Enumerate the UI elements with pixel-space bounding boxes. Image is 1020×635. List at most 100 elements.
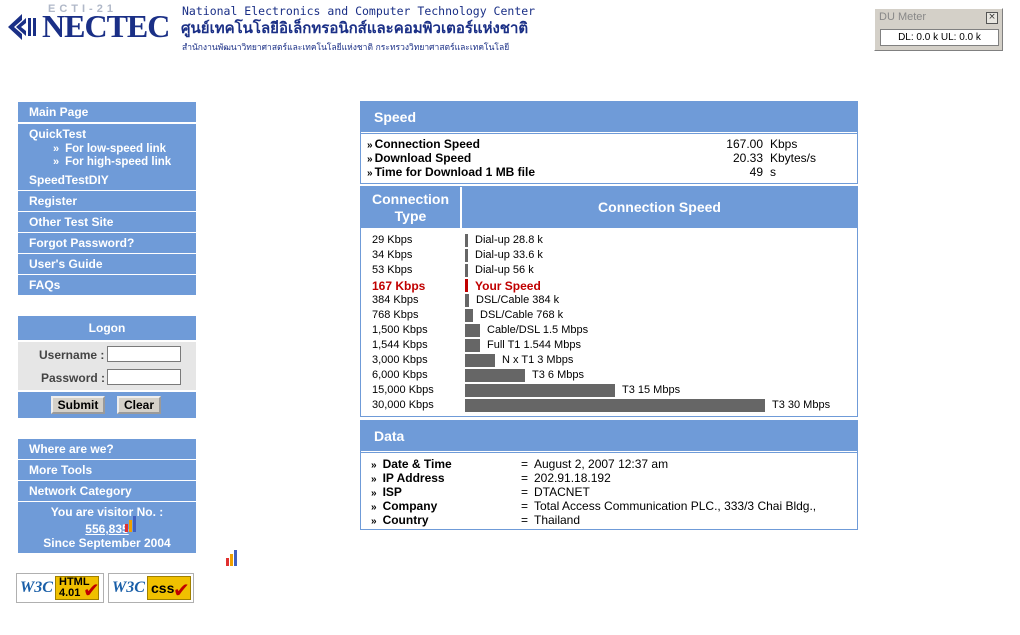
table-row: 1,500 Kbps Cable/DSL 1.5 Mbps	[361, 323, 857, 338]
password-label: Password :	[41, 371, 106, 385]
visitor-count-link[interactable]: 556,835	[85, 522, 128, 536]
checkmark-icon: ✔	[173, 578, 190, 602]
connection-type-label: T3 30 Mbps	[772, 399, 831, 411]
speed-panel: Speed » Connection Speed 167.00 Kbps » Dow…	[360, 101, 858, 184]
sidebar-item-other-test-site[interactable]: Other Test Site	[18, 212, 196, 232]
speed-bar	[465, 309, 473, 322]
double-arrow-icon: »	[367, 140, 373, 151]
connection-speed-value: 53 Kbps	[372, 264, 413, 276]
connection-speed-table: Connection Type Connection Speed 29 Kbps…	[360, 186, 858, 417]
double-arrow-icon: »	[53, 156, 60, 168]
quicktest-low-speed-link[interactable]: » For low-speed link	[29, 143, 196, 156]
connection-speed-value: 3,000 Kbps	[372, 354, 428, 366]
nectec-mark-icon	[8, 14, 36, 40]
submit-button[interactable]: Submit	[51, 396, 105, 414]
clear-button[interactable]: Clear	[117, 396, 161, 414]
stat-counter-icon[interactable]	[125, 516, 139, 532]
sidebar-item-register[interactable]: Register	[18, 191, 196, 211]
speed-row-value: 49	[749, 165, 763, 179]
table-row: 3,000 Kbps N x T1 3 Mbps	[361, 353, 857, 368]
sidebar-item-more-tools[interactable]: More Tools	[18, 460, 196, 480]
w3c-css-badge[interactable]: W3C css ✔	[108, 573, 194, 603]
speed-row-unit: Kbytes/s	[770, 151, 817, 165]
double-arrow-icon: »	[371, 488, 377, 499]
connection-speed-value: 30,000 Kbps	[372, 399, 434, 411]
data-row-label: » Country	[371, 513, 429, 527]
connection-speed-value: 34 Kbps	[372, 249, 413, 261]
sidebar-item-users-guide[interactable]: User's Guide	[18, 254, 196, 274]
w3c-logo-text: W3C	[112, 579, 145, 596]
data-row-label: » Company	[371, 499, 438, 513]
double-arrow-icon: »	[371, 516, 377, 527]
sidebar-item-where-are-we[interactable]: Where are we?	[18, 439, 196, 459]
table-row: 29 Kbps Dial-up 28.8 k	[361, 233, 857, 248]
header-title-th: ศูนย์เทคโนโลยีอิเล็กทรอนิกส์และคอมพิวเตอ…	[181, 19, 529, 37]
speed-row-label: » Download Speed	[367, 151, 472, 165]
connection-type-label: T3 15 Mbps	[622, 384, 681, 396]
connection-speed-header: Connection Speed	[462, 187, 857, 228]
username-label: Username :	[39, 348, 105, 362]
connection-type-label: DSL/Cable 768 k	[480, 309, 564, 321]
header-line: Connection	[372, 191, 449, 207]
speed-bar	[465, 324, 480, 337]
data-row-separator: =	[521, 485, 529, 499]
connection-type-label: Dial-up 28.8 k	[475, 234, 543, 246]
table-row: 30,000 Kbps T3 30 Mbps	[361, 398, 857, 413]
speed-bar	[465, 279, 468, 292]
sidebar-item-forgot-password[interactable]: Forgot Password?	[18, 233, 196, 253]
visitor-counter: You are visitor No. : 556,835 Since Sept…	[18, 502, 196, 553]
username-input[interactable]	[107, 346, 181, 362]
visitor-label: You are visitor No. :	[50, 505, 164, 519]
stat-counter-small-icon[interactable]	[226, 550, 240, 566]
connection-type-label: N x T1 3 Mbps	[502, 354, 574, 366]
connection-speed-value: 1,544 Kbps	[372, 339, 428, 351]
logo-word: NECTEC	[42, 8, 170, 44]
speed-row-unit: s	[770, 165, 776, 179]
speed-row-value: 167.00	[726, 137, 763, 151]
table-row: 167 Kbps Your Speed	[361, 278, 857, 293]
sidebar-item-quicktest[interactable]: QuickTest » For low-speed link » For high-…	[18, 124, 196, 171]
sidebar-item-faqs[interactable]: FAQs	[18, 275, 196, 295]
sidebar-subitem-label: For low-speed link	[65, 143, 167, 155]
double-arrow-icon: »	[367, 168, 373, 179]
w3c-logo-text: W3C	[20, 579, 53, 596]
double-arrow-icon: »	[371, 474, 377, 485]
data-row-label: » Date & Time	[371, 457, 452, 471]
visitor-since: Since September 2004	[43, 536, 171, 550]
close-icon[interactable]: ×	[986, 12, 998, 24]
speed-bar	[465, 399, 765, 412]
table-row: 34 Kbps Dial-up 33.6 k	[361, 248, 857, 263]
double-arrow-icon: »	[53, 143, 60, 155]
logon-buttons: Submit Clear	[18, 392, 196, 418]
connection-type-label: Cable/DSL 1.5 Mbps	[487, 324, 589, 336]
sidebar-item-network-category[interactable]: Network Category	[18, 481, 196, 501]
du-meter-window[interactable]: DU Meter × DL: 0.0 k UL: 0.0 k	[874, 8, 1003, 51]
double-arrow-icon: »	[371, 502, 377, 513]
header-line: Type	[394, 208, 427, 224]
data-row-value: 202.91.18.192	[534, 471, 611, 485]
double-arrow-icon: »	[371, 460, 377, 471]
sidebar-item-speedtestdiy[interactable]: SpeedTestDIY	[18, 170, 196, 190]
connection-speed-value: 167 Kbps	[372, 279, 426, 293]
connection-type-label: Your Speed	[475, 279, 541, 293]
speed-bar	[465, 339, 480, 352]
w3c-html-badge[interactable]: W3C HTML 4.01 ✔	[16, 573, 104, 603]
speed-row-label: » Time for Download 1 MB file	[367, 165, 536, 179]
connection-speed-value: 29 Kbps	[372, 234, 413, 246]
speed-bar	[465, 384, 615, 397]
connection-speed-value: 6,000 Kbps	[372, 369, 428, 381]
data-row-value: August 2, 2007 12:37 am	[534, 457, 669, 471]
quicktest-high-speed-link[interactable]: » For high-speed link	[29, 156, 196, 169]
header-subtitle-th: สำนักงานพัฒนาวิทยาศาสตร์และเทคโนโลยีแห่ง…	[182, 43, 510, 53]
connection-speed-value: 768 Kbps	[372, 309, 419, 321]
data-row-separator: =	[521, 513, 529, 527]
sidebar-item-main-page[interactable]: Main Page	[18, 102, 196, 122]
data-panel: Data » Date & Time = August 2, 2007 12:37 a…	[360, 420, 858, 530]
table-row: 53 Kbps Dial-up 56 k	[361, 263, 857, 278]
du-meter-title: DU Meter	[879, 11, 927, 23]
nectec-logo[interactable]: ECTI-21 NECTEC	[8, 3, 170, 44]
data-row-separator: =	[521, 471, 529, 485]
data-row-value: Thailand	[534, 513, 581, 527]
password-input[interactable]	[107, 369, 181, 385]
data-row-value: Total Access Communication PLC., 333/3 C…	[534, 499, 817, 513]
